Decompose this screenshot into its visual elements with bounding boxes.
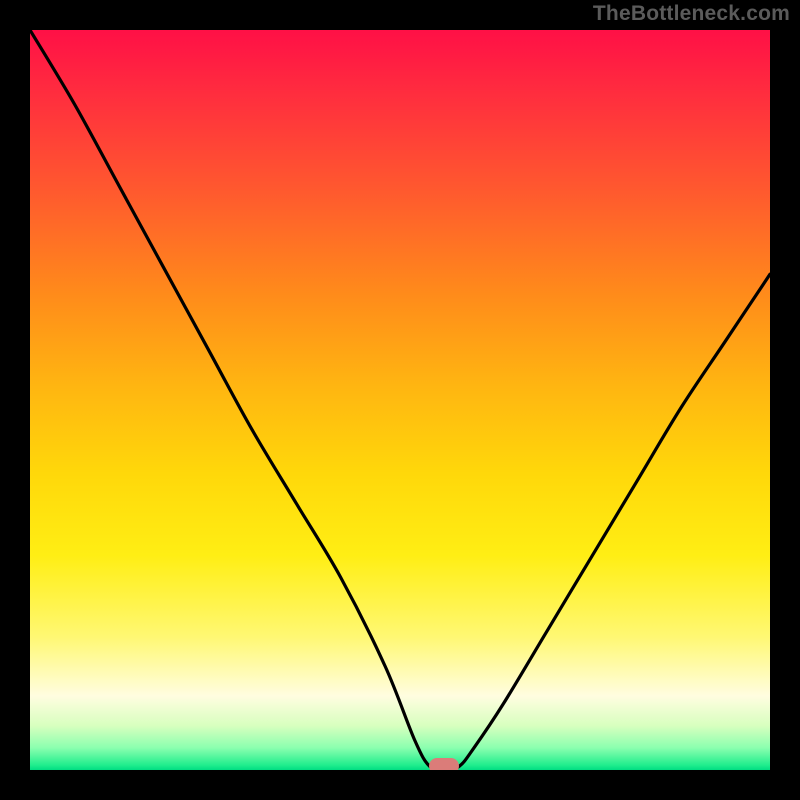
chart-stage: TheBottleneck.com xyxy=(0,0,800,800)
optimum-marker xyxy=(429,758,459,770)
bottleneck-curve-path xyxy=(30,30,770,770)
curve-svg xyxy=(30,30,770,770)
plot-area xyxy=(30,30,770,770)
attribution-text: TheBottleneck.com xyxy=(593,2,790,26)
